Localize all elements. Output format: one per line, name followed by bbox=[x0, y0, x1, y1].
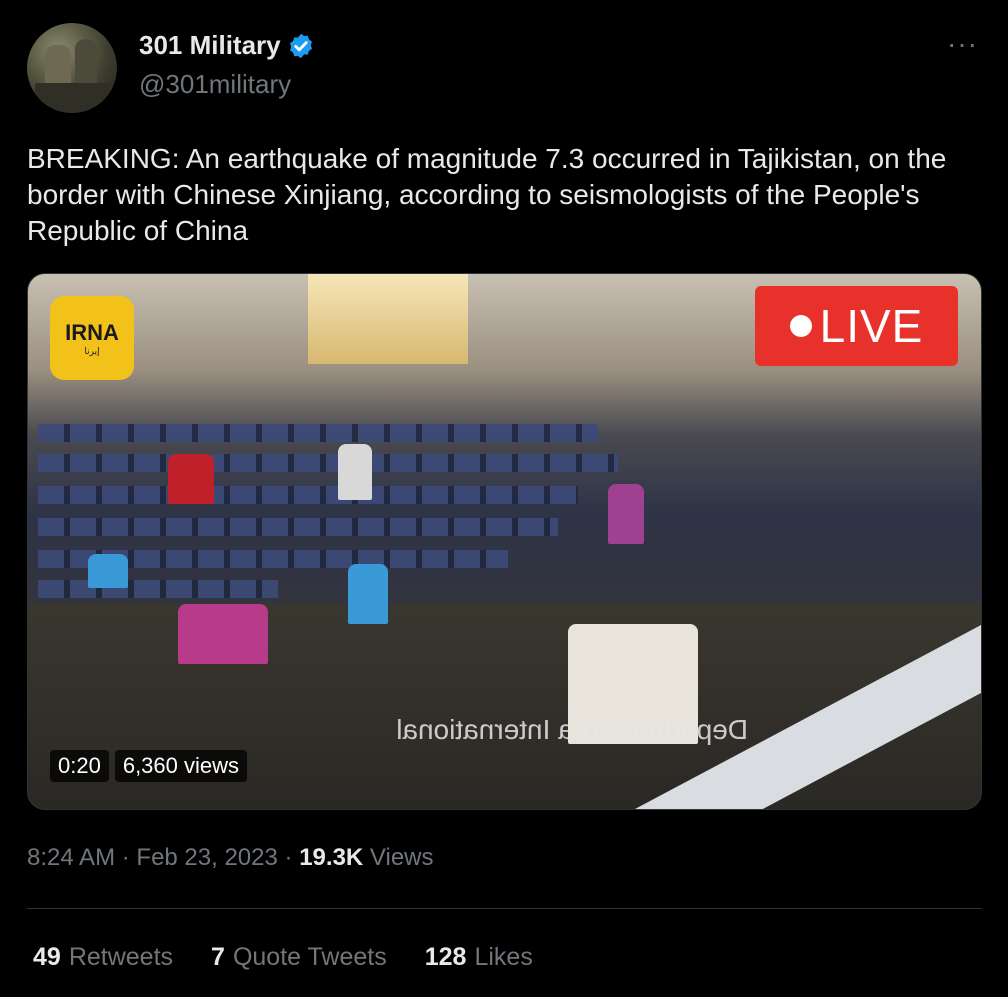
avatar-figure bbox=[75, 39, 97, 89]
retweets-label: Retweets bbox=[68, 943, 174, 971]
views-label: Views bbox=[369, 844, 434, 871]
divider bbox=[27, 908, 982, 909]
seat-row bbox=[38, 454, 618, 472]
person bbox=[348, 564, 388, 624]
quote-tweets-count: 7 bbox=[211, 943, 225, 971]
likes-stat[interactable]: 128 Likes bbox=[425, 943, 533, 972]
likes-count: 128 bbox=[424, 943, 467, 971]
tweet-text: BREAKING: An earthquake of magnitude 7.3… bbox=[27, 143, 947, 246]
live-label: LIVE bbox=[819, 300, 924, 352]
person bbox=[168, 454, 214, 504]
irna-watermark-logo: IRNA إيرنا bbox=[50, 296, 134, 380]
tweet-date[interactable]: Feb 23, 2023 bbox=[136, 844, 277, 871]
retweets-stat[interactable]: 49 Retweets bbox=[33, 943, 173, 972]
separator-dot: · bbox=[121, 844, 130, 871]
irna-logo-subtext: إيرنا bbox=[84, 345, 100, 356]
author-name-row: 301 Military bbox=[139, 30, 315, 61]
person bbox=[338, 444, 372, 500]
retweets-count: 49 bbox=[33, 943, 61, 971]
live-badge: LIVE bbox=[755, 286, 958, 366]
author-avatar[interactable] bbox=[27, 23, 117, 113]
video-views-badge: 6,360 views bbox=[114, 750, 248, 782]
quote-tweets-label: Quote Tweets bbox=[232, 943, 387, 971]
views-count: 19.3K bbox=[299, 844, 364, 871]
video-badges: 0:20 6,360 views bbox=[50, 750, 248, 782]
quote-tweets-stat[interactable]: 7 Quote Tweets bbox=[211, 943, 387, 972]
likes-label: Likes bbox=[474, 943, 533, 971]
author-display-name[interactable]: 301 Military bbox=[139, 30, 281, 61]
engagement-stats: 49 Retweets 7 Quote Tweets 128 Likes bbox=[33, 943, 533, 972]
seat-row bbox=[38, 518, 558, 536]
person bbox=[608, 484, 644, 544]
tweet-timestamp-row: 8:24 AM · Feb 23, 2023 · 19.3K Views bbox=[27, 844, 434, 872]
video-player[interactable]: Departure Area International IRNA إيرنا … bbox=[27, 273, 982, 810]
seat-row bbox=[38, 486, 578, 504]
verified-badge-icon bbox=[289, 33, 312, 58]
author-handle[interactable]: @301military bbox=[139, 69, 291, 100]
person bbox=[178, 604, 268, 664]
person bbox=[88, 554, 128, 588]
tweet-time[interactable]: 8:24 AM bbox=[27, 844, 115, 871]
separator-dot: · bbox=[284, 844, 293, 871]
video-duration-badge: 0:20 bbox=[50, 750, 109, 782]
seat-row bbox=[38, 580, 278, 598]
background-shop bbox=[308, 274, 468, 364]
live-dot-icon bbox=[789, 315, 812, 337]
more-options-icon[interactable]: ··· bbox=[947, 30, 978, 58]
seat-row bbox=[38, 424, 598, 442]
avatar-ground bbox=[35, 83, 109, 113]
irna-logo-text: IRNA bbox=[65, 319, 119, 345]
